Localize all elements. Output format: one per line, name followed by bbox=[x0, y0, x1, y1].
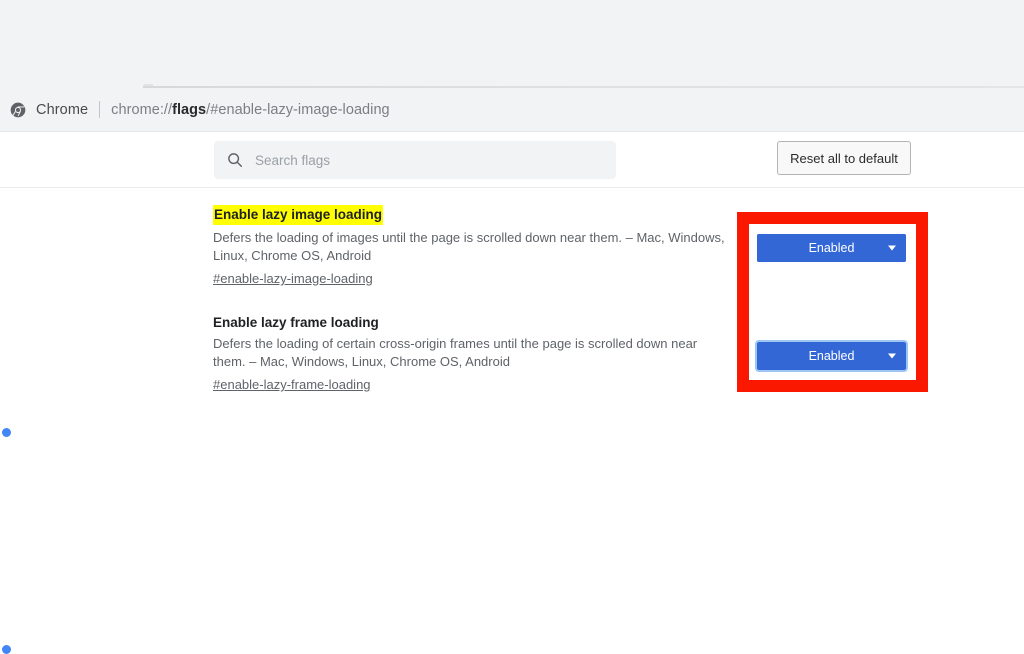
omnibox-app-name: Chrome bbox=[36, 101, 89, 118]
flag-status-dot bbox=[2, 428, 11, 437]
url-prefix: chrome:// bbox=[111, 101, 173, 118]
omnibox-bar[interactable]: Chrome chrome://flags/#enable-lazy-image… bbox=[0, 88, 1024, 132]
search-input[interactable] bbox=[255, 150, 585, 170]
search-icon bbox=[228, 153, 243, 168]
flag-text-block: Enable lazy frame loading Defers the loa… bbox=[193, 314, 733, 394]
flag-select-wrapper-image: Enabled bbox=[757, 234, 906, 262]
chevron-down-icon bbox=[888, 353, 896, 359]
flag-text-block: Enable lazy image loading Defers the loa… bbox=[193, 205, 733, 288]
flag-description: Defers the loading of images until the p… bbox=[213, 230, 725, 263]
flag-state-select-enable-lazy-frame-loading[interactable]: Enabled bbox=[755, 340, 908, 372]
omnibox-divider bbox=[99, 101, 101, 118]
chrome-logo-icon bbox=[10, 102, 26, 117]
flag-state-select-enable-lazy-image-loading[interactable]: Enabled bbox=[757, 234, 906, 262]
omnibox-url[interactable]: chrome://flags/#enable-lazy-image-loadin… bbox=[111, 102, 390, 118]
flag-select-value: Enabled bbox=[808, 349, 855, 363]
flag-title: Enable lazy frame loading bbox=[213, 315, 379, 330]
flag-select-wrapper-frame: Enabled bbox=[755, 340, 908, 372]
search-flags-box[interactable] bbox=[214, 141, 616, 179]
flags-page: Reset all to default Enable lazy image l… bbox=[0, 132, 1024, 654]
url-bold-segment: flags bbox=[172, 101, 207, 118]
chevron-down-icon bbox=[888, 245, 896, 251]
reset-all-to-default-button[interactable]: Reset all to default bbox=[777, 141, 911, 175]
flag-select-value: Enabled bbox=[808, 241, 855, 255]
url-suffix: /#enable-lazy-image-loading bbox=[206, 101, 390, 118]
flag-title: Enable lazy image loading bbox=[213, 205, 384, 225]
flag-permalink[interactable]: #enable-lazy-image-loading bbox=[213, 271, 373, 286]
flag-status-dot bbox=[2, 645, 11, 654]
flag-permalink[interactable]: #enable-lazy-frame-loading bbox=[213, 377, 371, 392]
flags-toolbar: Reset all to default bbox=[0, 132, 1024, 188]
flag-description: Defers the loading of certain cross-orig… bbox=[213, 336, 698, 369]
browser-tab-strip bbox=[0, 0, 1024, 88]
